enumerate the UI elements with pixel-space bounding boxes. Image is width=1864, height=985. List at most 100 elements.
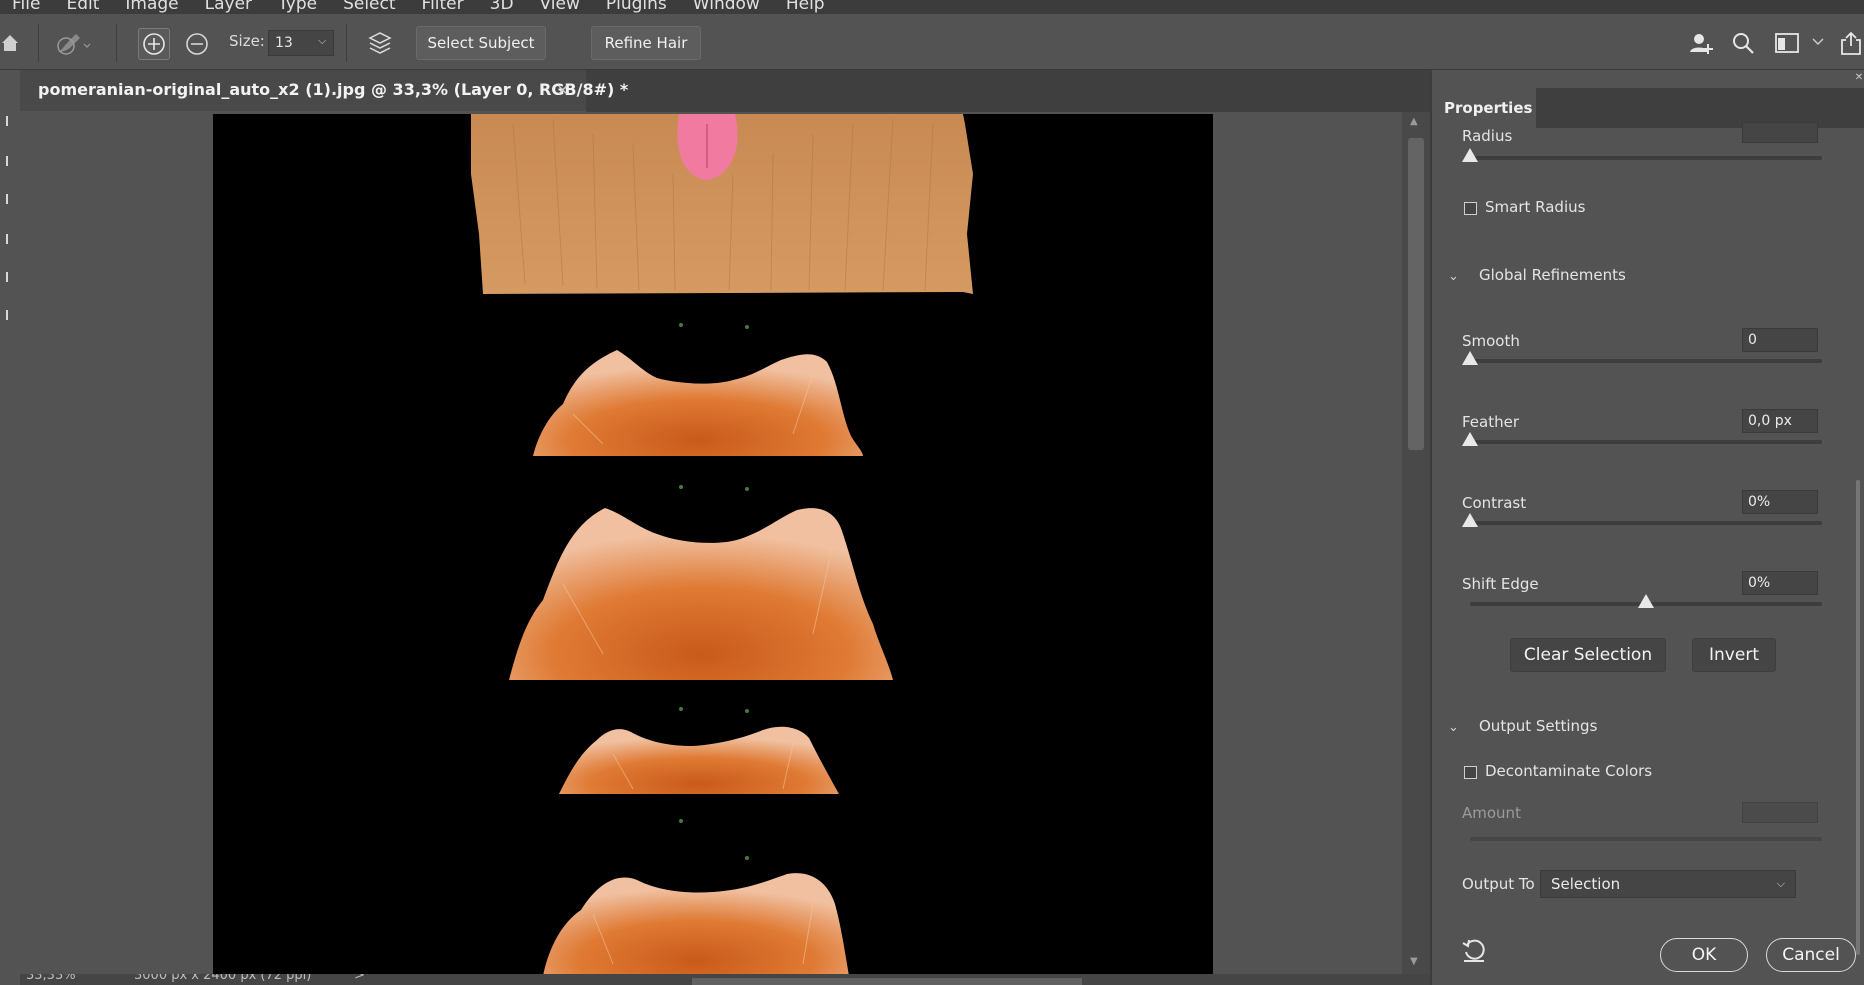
scrollbar-thumb[interactable] [1408, 138, 1424, 450]
contrast-field[interactable]: 0% [1742, 490, 1818, 514]
chevron-down-icon[interactable]: ▼ [1410, 956, 1418, 967]
subtract-from-selection-icon[interactable] [182, 28, 212, 60]
menu-filter[interactable]: Filter [422, 0, 464, 14]
menu-view[interactable]: View [540, 0, 580, 14]
status-bar: 33,33% 3000 px x 2400 px (72 ppi) > [20, 974, 1430, 985]
reset-icon[interactable] [1460, 936, 1488, 964]
horizontal-scrollbar-thumb[interactable] [692, 978, 1082, 985]
options-bar: Size: 13 ⌵ Select Subject Refine Hair [0, 14, 1864, 70]
tab-properties[interactable]: Properties [1432, 88, 1536, 128]
feather-field[interactable]: 0,0 px [1742, 409, 1818, 433]
feather-slider[interactable] [1470, 440, 1822, 444]
document-tab[interactable]: pomeranian-original_auto_x2 (1).jpg @ 33… [20, 70, 628, 112]
menu-image[interactable]: Image [125, 0, 178, 14]
output-to-dropdown[interactable]: Selection ⌵ [1540, 870, 1796, 898]
tab-properties-label: Properties [1444, 99, 1533, 117]
global-refinements-header[interactable]: Global Refinements [1479, 266, 1626, 284]
workspace-icon[interactable] [1772, 28, 1802, 58]
output-to-label: Output To [1462, 875, 1535, 893]
fur-slice-head-3 [559, 726, 839, 794]
zoom-readout[interactable]: 33,33% [26, 974, 76, 983]
close-icon[interactable]: ✕ [1852, 70, 1864, 84]
separator [38, 24, 39, 62]
share-icon[interactable] [1838, 28, 1864, 58]
radius-slider-thumb[interactable] [1462, 148, 1478, 162]
tools-panel [0, 70, 20, 985]
chevron-down-icon[interactable] [1810, 34, 1826, 50]
menu-3d[interactable]: 3D [490, 0, 514, 14]
shift-edge-field[interactable]: 0% [1742, 571, 1818, 595]
feather-slider-thumb[interactable] [1462, 432, 1478, 446]
smooth-slider-thumb[interactable] [1462, 351, 1478, 365]
radius-slider[interactable] [1470, 156, 1822, 160]
menu-layer[interactable]: Layer [205, 0, 252, 14]
select-subject-button[interactable]: Select Subject [416, 26, 546, 60]
menu-help[interactable]: Help [786, 0, 825, 14]
contrast-slider[interactable] [1470, 521, 1822, 525]
workspace [20, 112, 1410, 976]
chevron-down-icon[interactable]: ⌵ [318, 34, 326, 48]
refine-hair-button[interactable]: Refine Hair [591, 26, 701, 60]
tool-icon[interactable] [0, 234, 8, 244]
radius-field[interactable] [1742, 122, 1818, 143]
user-account-icon[interactable] [1686, 28, 1716, 58]
chevron-down-icon[interactable]: ⌄ [1448, 269, 1459, 284]
invert-button[interactable]: Invert [1692, 638, 1776, 672]
add-to-selection-icon[interactable] [138, 28, 170, 60]
refine-edge-brush-icon[interactable] [50, 26, 94, 60]
chevron-up-icon[interactable]: ▲ [1410, 116, 1418, 127]
tool-icon[interactable] [0, 272, 8, 282]
decontaminate-colors-label: Decontaminate Colors [1485, 762, 1653, 780]
document-tab-title: pomeranian-original_auto_x2 (1).jpg @ 33… [38, 80, 629, 99]
chevron-down-icon[interactable]: ⌄ [1448, 720, 1459, 735]
smooth-label: Smooth [1462, 332, 1520, 350]
shift-edge-label: Shift Edge [1462, 575, 1539, 593]
close-icon[interactable]: × [556, 80, 569, 99]
decontaminate-colors-checkbox[interactable] [1464, 766, 1477, 779]
amount-label: Amount [1462, 804, 1521, 822]
sample-all-layers-icon[interactable] [364, 28, 396, 60]
output-to-value: Selection [1551, 875, 1621, 893]
brush-tool-icon[interactable] [0, 116, 8, 126]
tool-icon[interactable] [0, 156, 8, 166]
menu-select[interactable]: Select [343, 0, 395, 14]
menu-edit[interactable]: Edit [66, 0, 99, 14]
properties-panel: ✕ Properties Radius Smart Radius ⌄ Globa… [1430, 70, 1864, 985]
canvas-image [471, 114, 973, 976]
search-icon[interactable] [1728, 28, 1758, 58]
canvas-vertical-scrollbar[interactable]: ▲ ▼ [1402, 112, 1430, 974]
separator [116, 24, 117, 62]
ok-button[interactable]: OK [1660, 938, 1748, 972]
tool-icon[interactable] [0, 310, 8, 320]
output-settings-header[interactable]: Output Settings [1479, 717, 1597, 735]
contrast-label: Contrast [1462, 494, 1527, 512]
smooth-slider[interactable] [1470, 359, 1822, 363]
size-label: Size: [229, 32, 265, 50]
panel-scrollbar[interactable] [1856, 480, 1860, 955]
menu-plugins[interactable]: Plugins [606, 0, 667, 14]
home-icon[interactable] [0, 30, 20, 56]
document-dimensions: 3000 px x 2400 px (72 ppi) [134, 974, 312, 983]
image-canvas[interactable] [213, 114, 1213, 976]
menu-file[interactable]: File [12, 0, 40, 14]
menu-type[interactable]: Type [278, 0, 317, 14]
smart-radius-label: Smart Radius [1485, 198, 1586, 216]
contrast-slider-thumb[interactable] [1462, 513, 1478, 527]
smart-radius-checkbox[interactable] [1464, 202, 1477, 215]
clear-selection-button[interactable]: Clear Selection [1510, 638, 1666, 672]
fur-slice-head-1 [533, 350, 863, 456]
radius-label: Radius [1462, 127, 1513, 145]
tool-icon[interactable] [0, 194, 8, 204]
chevron-down-icon: ⌵ [1776, 877, 1785, 890]
amount-slider [1470, 837, 1822, 841]
shift-edge-slider-thumb[interactable] [1638, 594, 1654, 608]
smooth-field[interactable]: 0 [1742, 328, 1818, 352]
separator [346, 24, 347, 62]
amount-field [1742, 802, 1818, 823]
menu-bar: File Edit Image Layer Type Select Filter… [0, 0, 1864, 14]
document-tab-bar: pomeranian-original_auto_x2 (1).jpg @ 33… [20, 70, 1430, 112]
menu-window[interactable]: Window [693, 0, 760, 14]
cancel-button[interactable]: Cancel [1766, 938, 1856, 972]
status-arrow-icon[interactable]: > [354, 974, 365, 983]
fur-slice-head-2 [509, 508, 893, 680]
